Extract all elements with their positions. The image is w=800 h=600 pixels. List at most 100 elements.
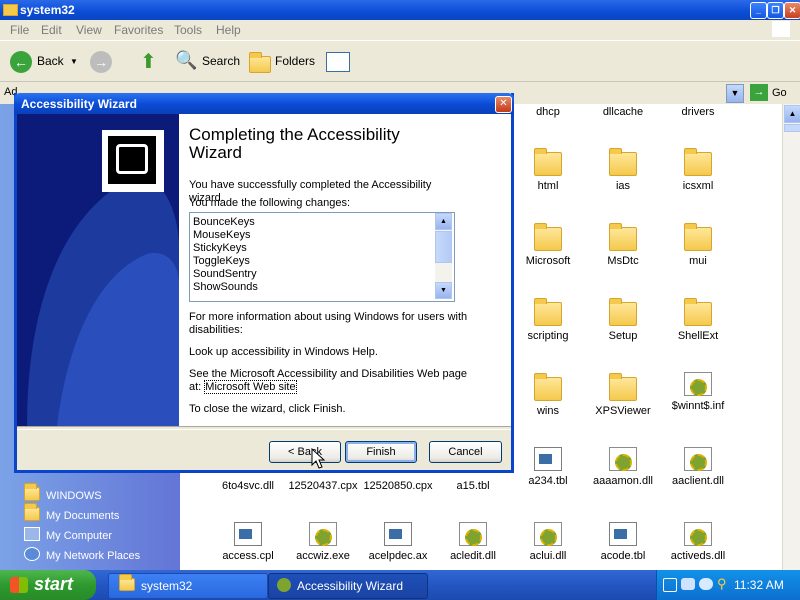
narrator-icon[interactable] — [699, 578, 713, 590]
file-item[interactable]: ShellExt — [658, 298, 738, 342]
cancel-button[interactable]: Cancel — [429, 441, 502, 463]
task-item-my-computer[interactable]: My Computer — [24, 527, 112, 542]
see-text: See the Microsoft Accessibility and Disa… — [189, 368, 467, 394]
search-tray-icon[interactable]: ⚲ — [717, 576, 727, 592]
file-item[interactable]: acode.tbl — [583, 522, 663, 562]
system-tray: ⚲ 11:32 AM — [656, 570, 800, 600]
file-item[interactable]: aaaamon.dll — [583, 447, 663, 487]
accessibility-wizard-icon — [102, 130, 164, 192]
folder-icon — [684, 223, 712, 251]
menu-help[interactable]: Help — [216, 23, 241, 37]
more-info-text: For more information about using Windows… — [189, 311, 468, 336]
search-button[interactable]: Search — [202, 54, 240, 68]
folders-icon[interactable] — [249, 52, 271, 73]
file-item[interactable]: aclui.dll — [508, 522, 588, 562]
minimize-button[interactable]: _ — [750, 2, 767, 19]
file-item[interactable]: activeds.dll — [658, 522, 738, 562]
file-item[interactable]: XPSViewer — [583, 373, 663, 417]
menu-file[interactable]: File — [10, 23, 29, 37]
scroll-up-icon[interactable]: ▲ — [784, 105, 800, 123]
close-button[interactable]: ✕ — [784, 2, 800, 19]
list-item: MouseKeys — [193, 229, 251, 241]
file-item[interactable]: dllcache — [583, 106, 663, 118]
taskbar-item-system32[interactable]: system32 — [108, 573, 268, 599]
wizard-title-bar[interactable]: Accessibility Wizard — [14, 93, 514, 114]
accessibility-wizard-icon — [309, 522, 337, 546]
back-button[interactable]: Back — [37, 54, 64, 68]
file-item[interactable]: dhcp — [508, 106, 588, 118]
dll-gear-icon — [534, 522, 562, 546]
document-icon — [609, 522, 637, 546]
up-folder-icon[interactable]: ⬆ — [140, 51, 160, 73]
document-icon — [534, 447, 562, 471]
list-item: BounceKeys — [193, 216, 255, 228]
file-item[interactable]: mui — [658, 223, 738, 267]
dll-gear-icon — [609, 447, 637, 471]
maximize-button[interactable]: ❐ — [767, 2, 784, 19]
file-item[interactable]: html — [508, 148, 588, 192]
scroll-thumb[interactable] — [784, 124, 800, 132]
menu-edit[interactable]: Edit — [41, 23, 62, 37]
menu-bar: File Edit View Favorites Tools Help — [0, 20, 800, 41]
file-item[interactable]: accwiz.exe — [283, 522, 363, 562]
task-item-windows[interactable]: WINDOWS — [24, 483, 102, 502]
address-dropdown-icon[interactable]: ▼ — [726, 84, 744, 103]
folder-icon — [684, 298, 712, 326]
explorer-title-bar[interactable]: system32 _ ❐ ✕ — [0, 0, 800, 20]
scroll-up-icon[interactable]: ▲ — [435, 213, 452, 230]
file-item[interactable]: a15.tbl — [433, 480, 513, 492]
file-item[interactable]: $winnt$.inf — [658, 372, 738, 412]
menu-favorites[interactable]: Favorites — [114, 23, 163, 37]
file-item[interactable]: Microsoft — [508, 223, 588, 267]
file-item[interactable]: 12520437.cpx — [283, 480, 363, 492]
file-list-scrollbar[interactable]: ▲ — [782, 104, 800, 570]
task-item-my-network-places[interactable]: My Network Places — [24, 547, 140, 562]
file-item[interactable]: icsxml — [658, 148, 738, 192]
task-item-my-documents[interactable]: My Documents — [24, 503, 119, 522]
wizard-banner — [17, 114, 179, 426]
scroll-thumb[interactable] — [435, 231, 452, 263]
clock[interactable]: 11:32 AM — [734, 578, 784, 592]
file-item[interactable]: acelpdec.ax — [358, 522, 438, 562]
views-icon[interactable] — [326, 52, 350, 72]
wizard-close-button[interactable]: ✕ — [495, 96, 512, 113]
file-item[interactable]: acledit.dll — [433, 522, 513, 562]
file-item[interactable]: 12520850.cpx — [358, 480, 438, 492]
file-item[interactable]: Setup — [583, 298, 663, 342]
go-arrow-icon[interactable]: → — [750, 84, 768, 101]
folders-button[interactable]: Folders — [275, 54, 315, 68]
file-item[interactable]: drivers — [658, 106, 738, 118]
back-button[interactable]: < Back — [269, 441, 341, 463]
toolbar: ← Back ▼ → ⬆ 🔍 Search Folders — [0, 41, 800, 82]
finish-button[interactable]: Finish — [345, 441, 417, 463]
magnifier-tray-icon[interactable] — [681, 578, 695, 590]
microsoft-web-site-link[interactable]: Microsoft Web site — [204, 380, 297, 394]
list-item: SoundSentry — [193, 268, 257, 280]
file-item[interactable]: a234.tbl — [508, 447, 588, 487]
list-item: ShowSounds — [193, 281, 258, 293]
file-item[interactable]: ias — [583, 148, 663, 192]
forward-arrow-icon[interactable]: → — [90, 51, 112, 73]
file-item[interactable]: access.cpl — [208, 522, 288, 562]
file-item[interactable]: wins — [508, 373, 588, 417]
folder-icon — [534, 298, 562, 326]
back-dropdown-icon[interactable]: ▼ — [70, 57, 78, 66]
keyboard-icon[interactable] — [663, 578, 677, 592]
scroll-down-icon[interactable]: ▼ — [435, 282, 452, 299]
taskbar-item-accessibility-wizard[interactable]: Accessibility Wizard — [268, 573, 428, 599]
file-item[interactable]: MsDtc — [583, 223, 663, 267]
go-button[interactable]: Go — [772, 87, 787, 99]
folder-icon — [534, 148, 562, 176]
file-item[interactable]: 6to4svc.dll — [208, 480, 288, 492]
changes-listbox[interactable]: BounceKeys MouseKeys StickyKeys ToggleKe… — [189, 212, 455, 302]
changes-scrollbar[interactable]: ▲ ▼ — [435, 213, 452, 299]
back-arrow-icon[interactable]: ← — [10, 51, 32, 73]
search-icon[interactable]: 🔍 — [175, 50, 197, 72]
start-button[interactable]: start — [0, 570, 96, 600]
menu-view[interactable]: View — [76, 23, 102, 37]
file-item[interactable]: scripting — [508, 298, 588, 342]
folder-icon — [24, 503, 40, 521]
menu-tools[interactable]: Tools — [174, 23, 202, 37]
windows-flag-icon — [10, 577, 28, 593]
file-item[interactable]: aaclient.dll — [658, 447, 738, 487]
